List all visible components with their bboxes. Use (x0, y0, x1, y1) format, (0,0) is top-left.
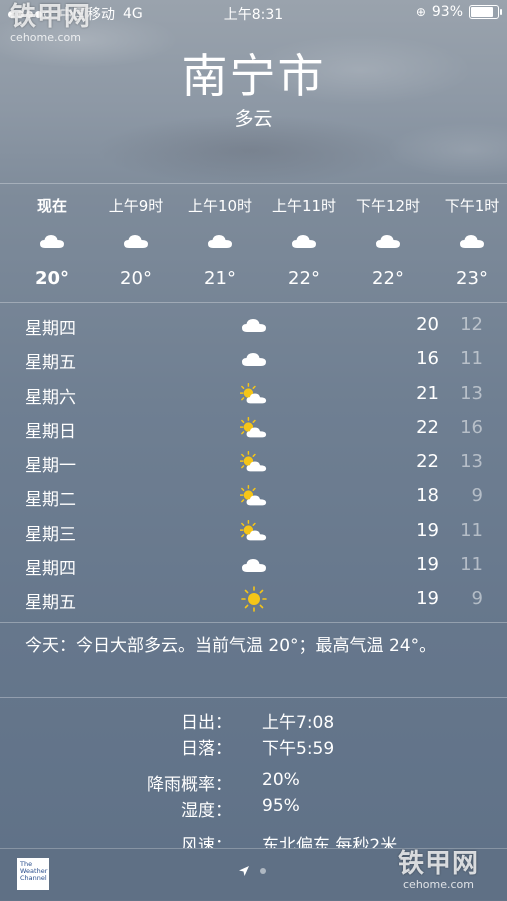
day-row: 星期一 22 13 (0, 445, 507, 479)
hour-temp: 22° (372, 268, 404, 289)
detail-value: 东北偏东 每秒2米 (262, 836, 398, 848)
hour-label: 下午1时 (444, 197, 500, 215)
hour-temp: 22° (288, 268, 320, 289)
weather-channel-logo[interactable]: The Weather Channel (17, 858, 49, 890)
summary-text: 今天：今日大部多云。当前气温 20°；最高气温 24°。 (25, 636, 437, 656)
detail-label: 日出： (181, 713, 232, 733)
day-low: 9 (471, 485, 483, 507)
day-low: 12 (460, 314, 483, 335)
sun-icon (240, 586, 268, 613)
hour-label: 下午12时 (355, 197, 421, 215)
detail-label: 湿度： (181, 801, 232, 821)
page-dot (260, 868, 266, 874)
day-low: 11 (460, 519, 483, 541)
day-high: 19 (416, 519, 439, 541)
cloud-icon (240, 313, 268, 337)
watermark-brand: 铁甲网 (10, 2, 92, 32)
detail-label: 降雨概率： (147, 775, 232, 795)
day-low: 13 (460, 382, 483, 404)
day-row: 星期五 19 9 (0, 582, 507, 616)
watermark-bottom: 铁甲网 cehome.com (398, 851, 479, 890)
cloud-icon (430, 232, 507, 250)
cloud-icon (346, 232, 430, 250)
battery-icon (469, 5, 502, 19)
partly-sunny-icon (240, 484, 268, 508)
hour-temp: 23° (456, 268, 488, 289)
cloud-icon (240, 553, 268, 577)
current-condition: 多云 (234, 108, 273, 130)
weather-details[interactable]: 日出： 上午7:08 日落： 下午5:59 降雨概率： 20% 湿度： 95% … (0, 696, 507, 848)
day-low: 16 (460, 416, 483, 438)
detail-row-sunrise: 日出： 上午7:08 (0, 708, 507, 733)
partly-sunny-icon (240, 382, 268, 406)
day-name: 星期三 (25, 524, 76, 545)
orientation-lock-icon: ⊕ (415, 5, 426, 19)
day-name: 星期六 (25, 387, 76, 408)
detail-value: 上午7:08 (262, 713, 335, 733)
hour-temp: 20° (34, 268, 70, 289)
day-high: 18 (416, 485, 439, 507)
day-name: 星期五 (25, 593, 76, 614)
status-right: ⊕ 93% (415, 4, 502, 20)
detail-label: 日落： (181, 739, 232, 759)
hour-label: 上午10时 (187, 197, 253, 215)
watermark-site: cehome.com (403, 878, 474, 891)
day-name: 星期二 (25, 490, 76, 511)
cloud-icon (10, 232, 94, 250)
hourly-forecast[interactable]: 现在 20° 上午9时 20° 上午10时 21° 上午11时 22° 下午12… (0, 183, 507, 303)
detail-row-sunset: 日落： 下午5:59 (0, 734, 507, 759)
hour-temp: 21° (204, 268, 236, 289)
watermark-brand: 铁甲网 (398, 849, 480, 879)
day-row: 星期三 19 11 (0, 514, 507, 548)
day-name: 星期日 (25, 421, 76, 442)
day-low: 11 (460, 348, 483, 370)
day-high: 21 (416, 382, 439, 404)
day-low: 11 (460, 554, 483, 576)
day-high: 22 (416, 416, 439, 438)
day-name: 星期四 (25, 319, 76, 339)
day-high: 16 (416, 348, 439, 370)
watermark-top: 铁甲网 cehome.com (10, 4, 91, 43)
hour-label: 现在 (36, 197, 67, 215)
detail-label: 风速： (181, 836, 232, 848)
day-high: 22 (416, 451, 439, 473)
day-row: 星期四 19 11 (0, 548, 507, 582)
day-row: 星期五 16 11 (0, 342, 507, 376)
detail-row-humidity: 湿度： 95% (0, 796, 507, 821)
partly-sunny-icon (240, 416, 268, 440)
location-arrow-icon (239, 866, 249, 876)
day-name: 星期一 (25, 456, 76, 477)
city-name: 南宁市 (181, 49, 326, 103)
cloud-icon (94, 232, 178, 250)
day-high: 19 (416, 554, 439, 576)
day-name: 星期五 (25, 353, 76, 374)
detail-value: 20% (262, 770, 300, 790)
day-row: 星期四 20 12 (0, 308, 507, 342)
partly-sunny-icon (240, 519, 268, 543)
day-high: 20 (416, 314, 439, 335)
day-row: 星期日 22 16 (0, 411, 507, 445)
cloud-icon (262, 232, 346, 250)
today-summary: 今天：今日大部多云。当前气温 20°；最高气温 24°。 (0, 622, 507, 698)
detail-row-rain-chance: 降雨概率： 20% (0, 770, 507, 795)
battery-fill (471, 7, 494, 17)
day-row: 星期六 21 13 (0, 377, 507, 411)
day-name: 星期四 (25, 559, 76, 580)
day-row: 星期二 18 9 (0, 479, 507, 513)
hour-label: 上午9时 (108, 197, 164, 215)
cloud-icon (240, 347, 268, 371)
day-low: 9 (471, 588, 483, 610)
partly-sunny-icon (240, 450, 268, 474)
hour-temp: 20° (120, 268, 152, 289)
cloud-icon (178, 232, 262, 250)
day-high: 19 (416, 588, 439, 610)
detail-value: 下午5:59 (262, 739, 335, 759)
detail-value: 95% (262, 796, 300, 816)
day-low: 13 (460, 451, 483, 473)
daily-forecast: 星期四 20 12 星期五 16 11 星期六 21 13 星期日 22 16 … (0, 308, 507, 617)
detail-row-wind: 风速： 东北偏东 每秒2米 (0, 831, 507, 848)
hour-label: 上午11时 (271, 197, 337, 215)
page-indicator[interactable] (238, 865, 266, 877)
battery-percent: 93% (431, 4, 463, 20)
